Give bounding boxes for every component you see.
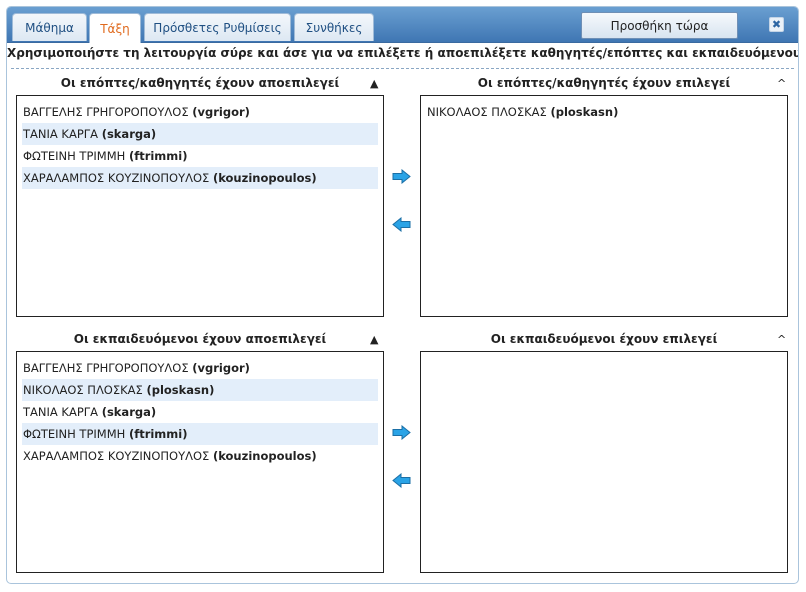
person-name: ΦΩΤΕΙΝΗ ΤΡΙΜΜΗ	[23, 427, 126, 441]
person-name: ΝΙΚΟΛΑΟΣ ΠΛΟΣΚΑΣ	[427, 105, 547, 119]
person-username: (kouzinopoulos)	[212, 171, 317, 185]
supervisors-selected-title: Οι επόπτες/καθηγητές έχουν επιλεγεί	[477, 76, 731, 90]
learners-selected-title: Οι εκπαιδευόμενοι έχουν επιλεγεί	[490, 332, 718, 346]
close-button[interactable]: ✖	[769, 17, 784, 32]
divider	[11, 68, 794, 69]
sort-ascending-icon[interactable]: ▲	[370, 334, 378, 345]
person-username: (kouzinopoulos)	[212, 449, 317, 463]
list-item[interactable]: ΦΩΤΕΙΝΗ ΤΡΙΜΜΗ (ftrimmi)	[22, 423, 378, 445]
list-item[interactable]: ΧΑΡΑΛΑΜΠΟΣ ΚΟΥΖΙΝΟΠΟΥΛΟΣ (kouzinopoulos)	[22, 445, 378, 467]
tab-additional-settings[interactable]: Πρόσθετες Ρυθμίσεις	[144, 13, 291, 41]
supervisors-selected-list[interactable]: ΝΙΚΟΛΑΟΣ ΠΛΟΣΚΑΣ (ploskasn)	[420, 95, 788, 317]
add-now-button-label: Προσθήκη τώρα	[610, 18, 709, 33]
arrow-left-icon[interactable]	[392, 473, 411, 488]
tab-bar: Μάθημα Τάξη Πρόσθετες Ρυθμίσεις Συνθήκες…	[7, 7, 798, 43]
list-item[interactable]: ΝΙΚΟΛΑΟΣ ΠΛΟΣΚΑΣ (ploskasn)	[22, 379, 378, 401]
enrolment-dialog: Μάθημα Τάξη Πρόσθετες Ρυθμίσεις Συνθήκες…	[6, 6, 799, 584]
supervisors-deselected-list[interactable]: ΒΑΓΓΕΛΗΣ ΓΡΗΓΟΡΟΠΟΥΛΟΣ (vgrigor) ΤΑΝΙΑ ΚΑ…	[16, 95, 384, 317]
person-name: ΤΑΝΙΑ ΚΑΡΓΑ	[23, 405, 99, 419]
person-username: (ploskasn)	[550, 105, 619, 119]
list-item[interactable]: ΤΑΝΙΑ ΚΑΡΓΑ (skarga)	[22, 401, 378, 423]
sort-ascending-icon[interactable]: ▲	[370, 78, 378, 89]
list-item[interactable]: ΝΙΚΟΛΑΟΣ ΠΛΟΣΚΑΣ (ploskasn)	[426, 101, 782, 123]
list-item[interactable]: ΧΑΡΑΛΑΜΠΟΣ ΚΟΥΖΙΝΟΠΟΥΛΟΣ (kouzinopoulos)	[22, 167, 378, 189]
person-name: ΤΑΝΙΑ ΚΑΡΓΑ	[23, 127, 99, 141]
person-name: ΧΑΡΑΛΑΜΠΟΣ ΚΟΥΖΙΝΟΠΟΥΛΟΣ	[23, 171, 210, 185]
tab-additional-settings-label: Πρόσθετες Ρυθμίσεις	[153, 20, 282, 35]
tab-conditions-label: Συνθήκες	[305, 20, 363, 35]
arrow-left-icon[interactable]	[392, 217, 411, 232]
supervisors-deselected-title: Οι επόπτες/καθηγητές έχουν αποεπιλεγεί	[60, 76, 340, 90]
sort-toggle-icon[interactable]: ^	[777, 78, 786, 89]
person-username: (ftrimmi)	[128, 149, 188, 163]
person-username: (vgrigor)	[192, 105, 250, 119]
person-name: ΒΑΓΓΕΛΗΣ ΓΡΗΓΟΡΟΠΟΥΛΟΣ	[23, 105, 189, 119]
arrow-right-icon[interactable]	[392, 425, 411, 440]
learners-deselected-title: Οι εκπαιδευόμενοι έχουν αποεπιλεγεί	[73, 332, 327, 346]
add-now-button[interactable]: Προσθήκη τώρα	[581, 12, 738, 39]
person-name: ΧΑΡΑΛΑΜΠΟΣ ΚΟΥΖΙΝΟΠΟΥΛΟΣ	[23, 449, 210, 463]
person-username: (ftrimmi)	[128, 427, 188, 441]
person-username: (ploskasn)	[146, 383, 215, 397]
person-name: ΝΙΚΟΛΑΟΣ ΠΛΟΣΚΑΣ	[23, 383, 143, 397]
tab-conditions[interactable]: Συνθήκες	[294, 13, 374, 41]
tab-class-label: Τάξη	[100, 21, 130, 36]
tab-course-label: Μάθημα	[25, 20, 74, 35]
close-icon: ✖	[771, 18, 782, 31]
learners-selected-list[interactable]	[420, 351, 788, 573]
tab-course[interactable]: Μάθημα	[12, 13, 87, 41]
arrow-right-icon[interactable]	[392, 169, 411, 184]
person-name: ΒΑΓΓΕΛΗΣ ΓΡΗΓΟΡΟΠΟΥΛΟΣ	[23, 361, 189, 375]
list-item[interactable]: ΤΑΝΙΑ ΚΑΡΓΑ (skarga)	[22, 123, 378, 145]
sort-toggle-icon[interactable]: ^	[777, 334, 786, 345]
person-username: (skarga)	[101, 127, 157, 141]
person-name: ΦΩΤΕΙΝΗ ΤΡΙΜΜΗ	[23, 149, 126, 163]
person-username: (vgrigor)	[192, 361, 250, 375]
instructions-text: Χρησιμοποιήστε τη λειτουργία σύρε και άσ…	[7, 46, 799, 60]
learners-deselected-list[interactable]: ΒΑΓΓΕΛΗΣ ΓΡΗΓΟΡΟΠΟΥΛΟΣ (vgrigor) ΝΙΚΟΛΑΟΣ…	[16, 351, 384, 573]
tab-class[interactable]: Τάξη	[89, 13, 141, 43]
list-item[interactable]: ΒΑΓΓΕΛΗΣ ΓΡΗΓΟΡΟΠΟΥΛΟΣ (vgrigor)	[22, 101, 378, 123]
list-item[interactable]: ΒΑΓΓΕΛΗΣ ΓΡΗΓΟΡΟΠΟΥΛΟΣ (vgrigor)	[22, 357, 378, 379]
person-username: (skarga)	[101, 405, 157, 419]
list-item[interactable]: ΦΩΤΕΙΝΗ ΤΡΙΜΜΗ (ftrimmi)	[22, 145, 378, 167]
